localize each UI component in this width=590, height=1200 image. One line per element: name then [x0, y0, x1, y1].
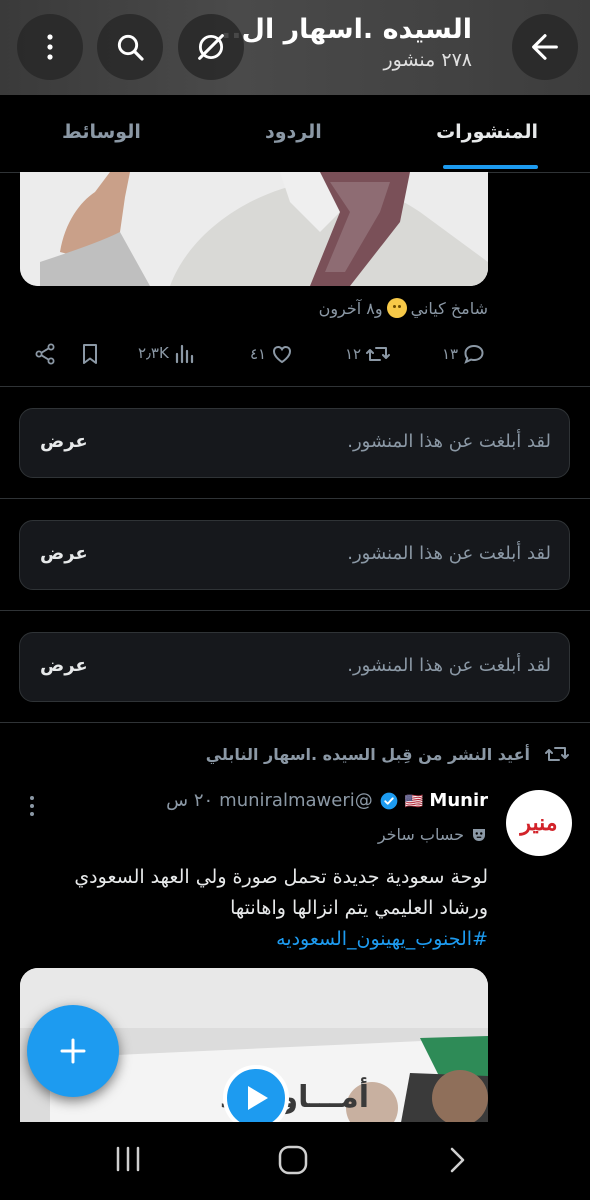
grok-icon: [198, 34, 224, 60]
author-name[interactable]: Munir: [429, 790, 488, 811]
like-count: ٤١: [250, 345, 267, 363]
search-icon: [117, 34, 144, 61]
arrow-right-icon: [532, 34, 558, 60]
home-button[interactable]: [277, 1144, 309, 1180]
reported-message: لقد أبلغت عن هذا المنشور.: [347, 543, 551, 564]
bookmark-button[interactable]: [79, 342, 101, 366]
back-nav-button[interactable]: [446, 1144, 468, 1180]
reported-post-notice: لقد أبلغت عن هذا المنشور. عرض: [19, 520, 570, 590]
plus-icon: [60, 1038, 86, 1064]
repost-count: ١٢: [345, 345, 362, 363]
account-label-text: حساب ساخر: [377, 825, 464, 844]
verified-badge-icon: [380, 792, 398, 809]
recent-apps-icon: [116, 1146, 140, 1172]
reply-button[interactable]: ١٣: [442, 342, 486, 366]
tweet-header: Munir 🇺🇸 @muniralmaweri ٢٠ س: [166, 790, 488, 811]
heart-icon: [273, 345, 292, 364]
post-count: ٢٧٨ منشور: [383, 49, 472, 71]
more-vertical-icon: [30, 796, 34, 816]
repost-button[interactable]: ١٢: [345, 342, 391, 366]
reply-count: ١٣: [442, 345, 459, 363]
grok-button[interactable]: [178, 14, 244, 80]
reported-post-notice: لقد أبلغت عن هذا المنشور. عرض: [19, 408, 570, 478]
system-nav-bar: [0, 1122, 590, 1200]
hashtag-link[interactable]: #الجنوب_يهينون_السعوديه: [18, 924, 488, 955]
tweet-text-line: لوحة سعودية جديدة تحمل صورة ولي العهد ال…: [74, 866, 488, 888]
author-handle[interactable]: @muniralmaweri: [219, 790, 373, 811]
reported-message: لقد أبلغت عن هذا المنشور.: [347, 431, 551, 452]
divider: [0, 722, 590, 723]
share-icon: [35, 343, 55, 365]
views-button[interactable]: ٢٫٣K: [138, 342, 195, 364]
repost-label: أعيد النشر من قِبل السيده .اسهار النابلي: [205, 744, 530, 764]
post-photo: [20, 172, 488, 286]
repost-icon: [545, 747, 569, 761]
liked-by-line[interactable]: شامخ كياني و٨ آخرون: [319, 298, 488, 318]
profile-header: السيده .اسهار ال.. ٢٧٨ منشور: [0, 0, 590, 95]
like-button[interactable]: ٤١: [250, 342, 294, 366]
avatar-logo-text: منير: [520, 810, 558, 836]
reported-message: لقد أبلغت عن هذا المنشور.: [347, 655, 551, 676]
tab-posts[interactable]: المنشورات: [436, 121, 538, 143]
more-vertical-icon: [47, 34, 53, 60]
tweet-text-line: ورشاد العليمي يتم انزالها واهانتها: [230, 897, 488, 919]
chevron-right-icon: [450, 1147, 465, 1173]
tab-replies[interactable]: الردود: [265, 121, 322, 143]
avatar[interactable]: منير: [506, 790, 572, 856]
recent-apps-button[interactable]: [114, 1144, 142, 1178]
repost-icon: [366, 347, 391, 361]
search-button[interactable]: [97, 14, 163, 80]
play-icon: [248, 1086, 268, 1110]
divider: [0, 498, 590, 499]
more-options-button[interactable]: [17, 14, 83, 80]
liked-by-others: و٨ آخرون: [318, 298, 383, 318]
view-button[interactable]: عرض: [40, 655, 88, 676]
tab-media[interactable]: الوسائط: [62, 121, 141, 143]
post-actions: ١٣ ١٢ ٤١ ٢٫٣K: [0, 342, 590, 372]
active-tab-indicator: [443, 165, 538, 169]
view-button[interactable]: عرض: [40, 543, 88, 564]
divider: [0, 386, 590, 387]
back-button[interactable]: [512, 14, 578, 80]
liked-by-name: شامخ كياني: [410, 298, 488, 318]
bookmark-icon: [83, 344, 97, 364]
parody-account-label: حساب ساخر: [378, 825, 488, 844]
tweet-text: لوحة سعودية جديدة تحمل صورة ولي العهد ال…: [18, 862, 488, 955]
profile-tabs: المنشورات الردود الوسائط: [0, 95, 590, 173]
repost-context[interactable]: أعيد النشر من قِبل السيده .اسهار النابلي: [206, 742, 570, 766]
views-chart-icon: [175, 344, 193, 364]
view-button[interactable]: عرض: [40, 431, 88, 452]
flag-emoji: 🇺🇸: [404, 791, 424, 810]
reported-post-notice: لقد أبلغت عن هذا المنشور. عرض: [19, 632, 570, 702]
header-title-block: السيده .اسهار ال.. ٢٧٨ منشور: [221, 14, 472, 71]
post-image[interactable]: [20, 172, 488, 286]
reply-icon: [464, 344, 484, 364]
page-title: السيده .اسهار ال..: [221, 14, 472, 45]
divider: [0, 610, 590, 611]
smiley-emoji-icon: [386, 298, 407, 318]
compose-button[interactable]: [27, 1005, 119, 1097]
views-count: ٢٫٣K: [138, 344, 169, 362]
mask-icon: [473, 828, 485, 841]
post-time[interactable]: ٢٠ س: [166, 790, 213, 811]
tweet-more-button[interactable]: [28, 795, 36, 817]
home-icon: [278, 1145, 308, 1175]
share-button[interactable]: [33, 342, 57, 366]
